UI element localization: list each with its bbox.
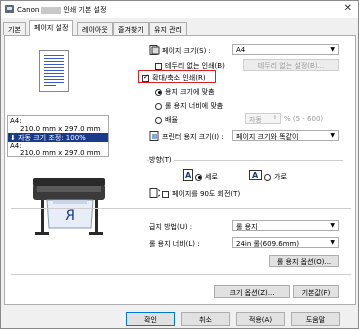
tab-maintenance[interactable]: 유지 관리 bbox=[149, 22, 187, 35]
blurred-printer-name bbox=[41, 6, 62, 14]
fit-roll-width-row[interactable]: 롤 용지 너비에 맞춤 bbox=[155, 101, 223, 111]
portrait-icon: A bbox=[183, 169, 193, 181]
borderless-settings-button[interactable]: 테두리 없는 설정(B)... bbox=[243, 59, 339, 71]
enlarge-reduce-checkbox[interactable] bbox=[142, 73, 149, 82]
print-settings-window: Canon 인쇄 기본 설정 ✕ 기본 페이지 설정 레이아웃 즐겨찾기 유지 관… bbox=[0, 0, 359, 329]
roll-width-label: 롤 용지 너비(L) : bbox=[149, 240, 200, 248]
page-size-select[interactable]: A4 ▼ bbox=[232, 44, 339, 55]
fit-paper-row[interactable]: 용지 크기에 맞춤 bbox=[155, 87, 215, 97]
svg-text:R: R bbox=[65, 208, 75, 224]
fit-paper-radio[interactable] bbox=[155, 88, 162, 96]
portrait-row[interactable]: 세로 bbox=[195, 172, 218, 182]
rotate-page-icon bbox=[149, 188, 160, 198]
printer-paper-label: 프린터 용지 크기(I) : bbox=[162, 133, 224, 141]
page-preview bbox=[39, 50, 69, 92]
svg-text:A: A bbox=[252, 171, 259, 180]
orientation-label: 방향(T) bbox=[149, 155, 174, 165]
roll-paper-options-button[interactable]: 롤 용지 옵션(O)... bbox=[269, 255, 339, 267]
defaults-button[interactable]: 기본값(F) bbox=[293, 285, 339, 298]
chevron-down-icon: ▼ bbox=[330, 132, 335, 139]
fit-roll-width-radio[interactable] bbox=[155, 102, 162, 110]
printer-app-icon bbox=[5, 5, 14, 13]
size-options-button[interactable]: 크기 옵션(Z)... bbox=[214, 285, 290, 298]
landscape-row[interactable]: 가로 bbox=[264, 172, 287, 182]
bottom-separator bbox=[11, 274, 351, 275]
tab-page-setup[interactable]: 페이지 설정 bbox=[29, 20, 74, 36]
page-size-icon bbox=[149, 45, 160, 55]
rotate-90-checkbox[interactable] bbox=[162, 190, 169, 198]
section-separator bbox=[11, 208, 351, 209]
page-setup-panel: A4: 210.0 mm x 297.0 mm ⬇ 자동 크기 조정: 100%… bbox=[4, 35, 356, 305]
page-size-label: 페이지 크기(S) : bbox=[162, 47, 211, 55]
svg-text:A: A bbox=[185, 171, 192, 180]
chevron-down-icon: ▼ bbox=[330, 222, 335, 229]
help-button[interactable]: 도움말 bbox=[291, 312, 340, 326]
scaling-unit: % (5 - 600) bbox=[284, 115, 324, 123]
arrow-down-icon: ⬇ bbox=[10, 134, 16, 142]
roll-width-select[interactable]: 24in 롤(609.6mm) ▼ bbox=[232, 237, 339, 248]
scaling-input[interactable]: 자동 ⇕ bbox=[245, 113, 281, 124]
rotate-90-row[interactable]: 페이지를 90도 회전(T) bbox=[162, 189, 240, 199]
tab-layout[interactable]: 레이아웃 bbox=[77, 22, 113, 35]
paper-source-select[interactable]: 롤 용지 ▼ bbox=[232, 220, 339, 231]
landscape-icon: A bbox=[249, 170, 262, 180]
output-size: 210.0 mm x 297.0 mm bbox=[20, 149, 101, 157]
orientation-separator bbox=[147, 160, 343, 161]
apply-button[interactable]: 적용(A) bbox=[236, 312, 285, 326]
printer-paper-select[interactable]: 페이지 크기와 똑같이 ▼ bbox=[232, 130, 339, 141]
cancel-button[interactable]: 취소 bbox=[181, 312, 230, 326]
printer-paper-icon bbox=[149, 131, 159, 141]
ok-button[interactable]: 확인 bbox=[126, 312, 175, 326]
scaling-radio[interactable] bbox=[155, 116, 162, 124]
chevron-down-icon: ▼ bbox=[330, 239, 335, 246]
window-title: Canon 인쇄 기본 설정 bbox=[17, 6, 107, 14]
spinner-icon: ⇕ bbox=[272, 115, 277, 121]
scaling-row[interactable]: 배율 bbox=[155, 115, 178, 125]
size-info-box: A4: 210.0 mm x 297.0 mm ⬇ 자동 크기 조정: 100%… bbox=[7, 115, 109, 157]
title-bar: Canon 인쇄 기본 설정 ✕ bbox=[1, 1, 358, 18]
paper-size: 210.0 mm x 297.0 mm bbox=[20, 125, 101, 133]
portrait-radio[interactable] bbox=[195, 173, 202, 181]
paper-header: A4: bbox=[10, 117, 22, 125]
borderless-checkbox[interactable] bbox=[155, 62, 162, 70]
auto-fit-row: ⬇ 자동 크기 조정: 100% bbox=[8, 133, 108, 142]
tab-favorites[interactable]: 즐겨찾기 bbox=[113, 22, 149, 35]
paper-source-label: 급지 방법(U) : bbox=[149, 223, 193, 231]
enlarge-reduce-row[interactable]: 확대/축소 인쇄(R) bbox=[142, 73, 206, 83]
large-format-printer-icon: R bbox=[33, 178, 105, 235]
tab-main[interactable]: 기본 bbox=[3, 22, 26, 35]
landscape-radio[interactable] bbox=[264, 173, 271, 181]
close-icon[interactable]: ✕ bbox=[344, 3, 352, 14]
chevron-down-icon: ▼ bbox=[330, 46, 335, 53]
